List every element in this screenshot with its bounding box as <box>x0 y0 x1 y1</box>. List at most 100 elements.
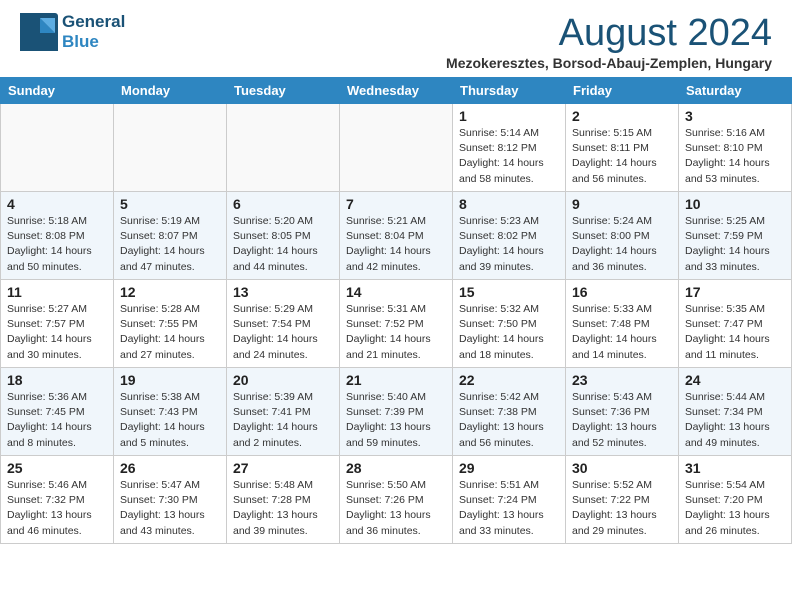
day-cell-28: 28 Sunrise: 5:50 AM Sunset: 7:26 PM Dayli… <box>340 456 453 544</box>
weekday-header-tuesday: Tuesday <box>227 78 340 104</box>
day-number: 7 <box>346 196 446 212</box>
day-info: Sunrise: 5:18 AM Sunset: 8:08 PM Dayligh… <box>7 214 107 275</box>
day-cell-10: 10 Sunrise: 5:25 AM Sunset: 7:59 PM Dayli… <box>679 192 792 280</box>
weekday-header-friday: Friday <box>566 78 679 104</box>
day-cell-8: 8 Sunrise: 5:23 AM Sunset: 8:02 PM Daylig… <box>453 192 566 280</box>
day-cell-15: 15 Sunrise: 5:32 AM Sunset: 7:50 PM Dayli… <box>453 280 566 368</box>
day-info: Sunrise: 5:35 AM Sunset: 7:47 PM Dayligh… <box>685 302 785 363</box>
day-cell-31: 31Sunrise: 5:54 AM Sunset: 7:20 PM Dayli… <box>679 456 792 544</box>
day-number: 2 <box>572 108 672 124</box>
empty-cell <box>1 104 114 192</box>
empty-cell <box>340 104 453 192</box>
day-number: 22 <box>459 372 559 388</box>
day-number: 28 <box>346 460 446 476</box>
day-cell-3: 3 Sunrise: 5:16 AM Sunset: 8:10 PM Daylig… <box>679 104 792 192</box>
day-info: Sunrise: 5:50 AM Sunset: 7:26 PM Dayligh… <box>346 478 446 539</box>
day-info: Sunrise: 5:40 AM Sunset: 7:39 PM Dayligh… <box>346 390 446 451</box>
location: Mezokeresztes, Borsod-Abauj-Zemplen, Hun… <box>446 55 772 71</box>
day-number: 21 <box>346 372 446 388</box>
day-cell-21: 21 Sunrise: 5:40 AM Sunset: 7:39 PM Dayli… <box>340 368 453 456</box>
day-info: Sunrise: 5:52 AM Sunset: 7:22 PM Dayligh… <box>572 478 672 539</box>
day-number: 16 <box>572 284 672 300</box>
day-info: Sunrise: 5:20 AM Sunset: 8:05 PM Dayligh… <box>233 214 333 275</box>
month-year: August 2024 <box>446 12 772 55</box>
header: General Blue August 2024 Mezokeresztes, … <box>0 0 792 77</box>
day-cell-18: 18 Sunrise: 5:36 AM Sunset: 7:45 PM Dayli… <box>1 368 114 456</box>
day-info: Sunrise: 5:51 AM Sunset: 7:24 PM Dayligh… <box>459 478 559 539</box>
day-number: 10 <box>685 196 785 212</box>
day-info: Sunrise: 5:38 AM Sunset: 7:43 PM Dayligh… <box>120 390 220 451</box>
day-number: 29 <box>459 460 559 476</box>
day-info: Sunrise: 5:43 AM Sunset: 7:36 PM Dayligh… <box>572 390 672 451</box>
day-info: Sunrise: 5:42 AM Sunset: 7:38 PM Dayligh… <box>459 390 559 451</box>
day-info: Sunrise: 5:21 AM Sunset: 8:04 PM Dayligh… <box>346 214 446 275</box>
day-number: 9 <box>572 196 672 212</box>
logo-icon <box>20 13 58 51</box>
day-info: Sunrise: 5:48 AM Sunset: 7:28 PM Dayligh… <box>233 478 333 539</box>
day-cell-24: 24Sunrise: 5:44 AM Sunset: 7:34 PM Dayli… <box>679 368 792 456</box>
weekday-header-wednesday: Wednesday <box>340 78 453 104</box>
day-info: Sunrise: 5:36 AM Sunset: 7:45 PM Dayligh… <box>7 390 107 451</box>
day-cell-1: 1Sunrise: 5:14 AM Sunset: 8:12 PM Daylig… <box>453 104 566 192</box>
day-info: Sunrise: 5:28 AM Sunset: 7:55 PM Dayligh… <box>120 302 220 363</box>
day-number: 12 <box>120 284 220 300</box>
day-number: 11 <box>7 284 107 300</box>
day-number: 3 <box>685 108 785 124</box>
weekday-header-thursday: Thursday <box>453 78 566 104</box>
day-number: 19 <box>120 372 220 388</box>
day-number: 26 <box>120 460 220 476</box>
day-number: 13 <box>233 284 333 300</box>
day-cell-12: 12 Sunrise: 5:28 AM Sunset: 7:55 PM Dayli… <box>114 280 227 368</box>
logo-line2: Blue <box>62 32 125 52</box>
logo-line1: General <box>62 12 125 32</box>
day-cell-11: 11Sunrise: 5:27 AM Sunset: 7:57 PM Dayli… <box>1 280 114 368</box>
day-cell-14: 14 Sunrise: 5:31 AM Sunset: 7:52 PM Dayli… <box>340 280 453 368</box>
day-number: 5 <box>120 196 220 212</box>
day-info: Sunrise: 5:47 AM Sunset: 7:30 PM Dayligh… <box>120 478 220 539</box>
day-cell-22: 22 Sunrise: 5:42 AM Sunset: 7:38 PM Dayli… <box>453 368 566 456</box>
day-cell-29: 29 Sunrise: 5:51 AM Sunset: 7:24 PM Dayli… <box>453 456 566 544</box>
week-row-5: 25Sunrise: 5:46 AM Sunset: 7:32 PM Dayli… <box>1 456 792 544</box>
day-cell-13: 13Sunrise: 5:29 AM Sunset: 7:54 PM Dayli… <box>227 280 340 368</box>
weekday-header-row: SundayMondayTuesdayWednesdayThursdayFrid… <box>1 78 792 104</box>
weekday-header-monday: Monday <box>114 78 227 104</box>
weekday-header-sunday: Sunday <box>1 78 114 104</box>
day-cell-30: 30Sunrise: 5:52 AM Sunset: 7:22 PM Dayli… <box>566 456 679 544</box>
day-number: 8 <box>459 196 559 212</box>
empty-cell <box>114 104 227 192</box>
day-number: 25 <box>7 460 107 476</box>
day-cell-26: 26 Sunrise: 5:47 AM Sunset: 7:30 PM Dayli… <box>114 456 227 544</box>
logo: General Blue <box>20 12 125 51</box>
day-cell-19: 19 Sunrise: 5:38 AM Sunset: 7:43 PM Dayli… <box>114 368 227 456</box>
day-cell-9: 9 Sunrise: 5:24 AM Sunset: 8:00 PM Daylig… <box>566 192 679 280</box>
calendar: SundayMondayTuesdayWednesdayThursdayFrid… <box>0 77 792 544</box>
day-number: 20 <box>233 372 333 388</box>
day-cell-27: 27 Sunrise: 5:48 AM Sunset: 7:28 PM Dayli… <box>227 456 340 544</box>
day-info: Sunrise: 5:15 AM Sunset: 8:11 PM Dayligh… <box>572 126 672 187</box>
day-info: Sunrise: 5:16 AM Sunset: 8:10 PM Dayligh… <box>685 126 785 187</box>
day-number: 6 <box>233 196 333 212</box>
week-row-4: 18 Sunrise: 5:36 AM Sunset: 7:45 PM Dayli… <box>1 368 792 456</box>
day-number: 15 <box>459 284 559 300</box>
day-number: 14 <box>346 284 446 300</box>
day-info: Sunrise: 5:44 AM Sunset: 7:34 PM Dayligh… <box>685 390 785 451</box>
day-info: Sunrise: 5:24 AM Sunset: 8:00 PM Dayligh… <box>572 214 672 275</box>
day-cell-25: 25Sunrise: 5:46 AM Sunset: 7:32 PM Dayli… <box>1 456 114 544</box>
day-number: 31 <box>685 460 785 476</box>
day-number: 17 <box>685 284 785 300</box>
week-row-1: 1Sunrise: 5:14 AM Sunset: 8:12 PM Daylig… <box>1 104 792 192</box>
day-info: Sunrise: 5:25 AM Sunset: 7:59 PM Dayligh… <box>685 214 785 275</box>
day-info: Sunrise: 5:32 AM Sunset: 7:50 PM Dayligh… <box>459 302 559 363</box>
week-row-2: 4 Sunrise: 5:18 AM Sunset: 8:08 PM Daylig… <box>1 192 792 280</box>
day-info: Sunrise: 5:33 AM Sunset: 7:48 PM Dayligh… <box>572 302 672 363</box>
day-cell-17: 17 Sunrise: 5:35 AM Sunset: 7:47 PM Dayli… <box>679 280 792 368</box>
day-number: 4 <box>7 196 107 212</box>
day-number: 27 <box>233 460 333 476</box>
day-number: 18 <box>7 372 107 388</box>
week-row-3: 11Sunrise: 5:27 AM Sunset: 7:57 PM Dayli… <box>1 280 792 368</box>
weekday-header-saturday: Saturday <box>679 78 792 104</box>
day-info: Sunrise: 5:23 AM Sunset: 8:02 PM Dayligh… <box>459 214 559 275</box>
day-cell-6: 6 Sunrise: 5:20 AM Sunset: 8:05 PM Daylig… <box>227 192 340 280</box>
day-info: Sunrise: 5:31 AM Sunset: 7:52 PM Dayligh… <box>346 302 446 363</box>
day-cell-20: 20Sunrise: 5:39 AM Sunset: 7:41 PM Dayli… <box>227 368 340 456</box>
